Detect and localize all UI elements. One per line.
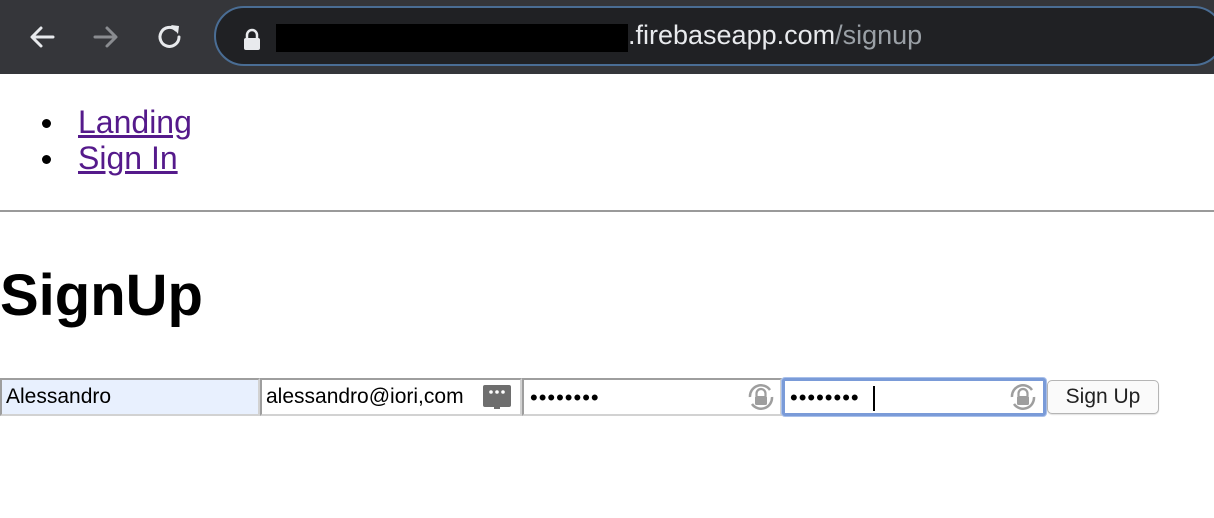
url-host: .firebaseapp.com bbox=[628, 20, 836, 50]
password-field-box: •••••••• bbox=[522, 378, 782, 416]
nav-list: Landing Sign In bbox=[0, 104, 192, 176]
browser-toolbar: .firebaseapp.com/signup bbox=[0, 0, 1214, 74]
nav-item-sign-in: Sign In bbox=[0, 140, 192, 176]
lock-icon bbox=[244, 28, 260, 50]
forward-button[interactable] bbox=[86, 17, 126, 57]
autofill-contact-icon[interactable] bbox=[482, 383, 512, 411]
landing-link[interactable]: Landing bbox=[78, 104, 192, 140]
confirm-password-input[interactable]: •••••••• bbox=[790, 385, 860, 411]
username-input[interactable] bbox=[2, 380, 258, 414]
password-key-icon[interactable] bbox=[746, 382, 776, 412]
password-key-icon[interactable] bbox=[1008, 382, 1038, 412]
username-field-box bbox=[0, 378, 260, 416]
password-input[interactable]: •••••••• bbox=[530, 385, 600, 411]
address-bar[interactable]: .firebaseapp.com/signup bbox=[214, 6, 1214, 66]
back-button[interactable] bbox=[22, 17, 62, 57]
sign-up-button[interactable]: Sign Up bbox=[1047, 380, 1159, 414]
email-field-box bbox=[260, 378, 522, 416]
url-text: .firebaseapp.com/signup bbox=[628, 20, 922, 51]
confirm-password-field-box: •••••••• bbox=[782, 378, 1046, 416]
signup-form: •••••••• •••••••• Sign Up bbox=[0, 378, 1214, 418]
arrow-right-icon bbox=[93, 26, 118, 48]
arrow-left-icon bbox=[30, 26, 55, 48]
nav-item-landing: Landing bbox=[0, 104, 192, 140]
page-title: SignUp bbox=[0, 263, 203, 328]
reload-icon bbox=[158, 25, 181, 48]
redacted-subdomain bbox=[276, 24, 628, 52]
url-path: /signup bbox=[835, 20, 923, 50]
text-caret bbox=[873, 386, 875, 411]
reload-button[interactable] bbox=[150, 17, 190, 57]
divider bbox=[0, 210, 1214, 212]
sign-in-link[interactable]: Sign In bbox=[78, 140, 178, 176]
